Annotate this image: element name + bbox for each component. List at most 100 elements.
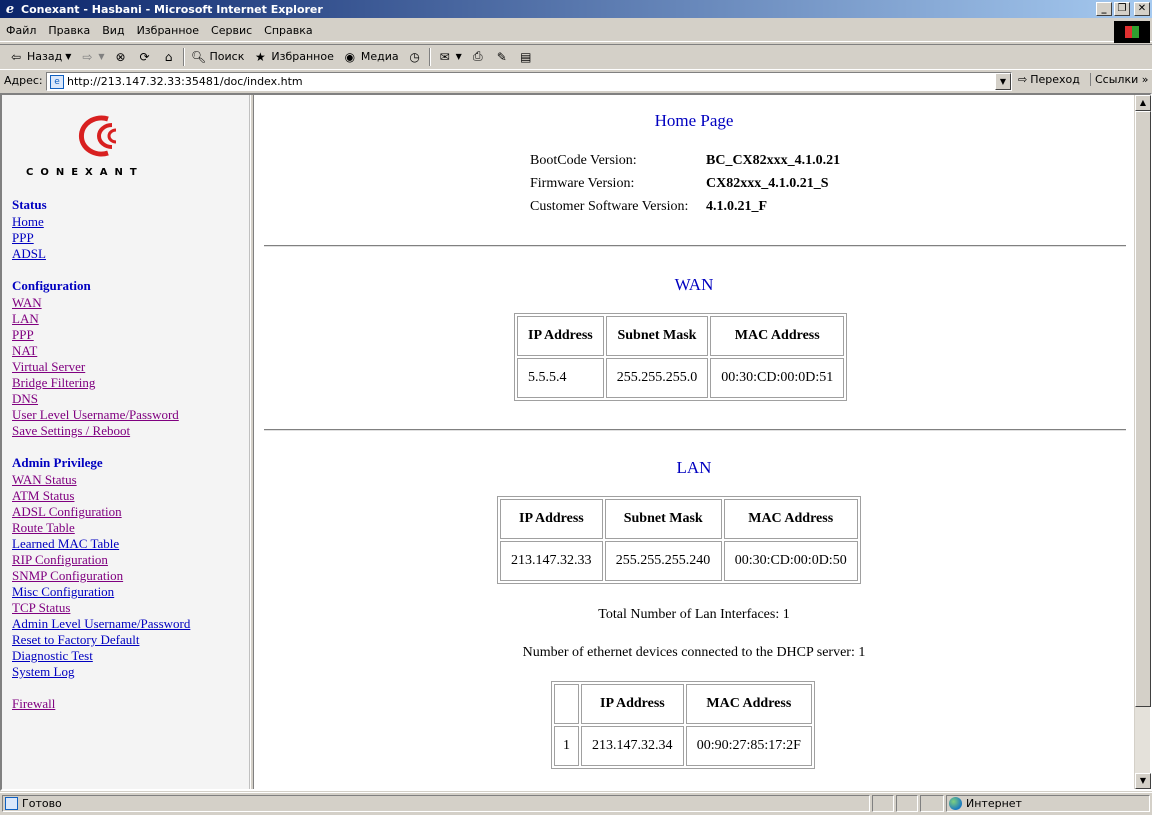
nav-link-misc-configuration[interactable]: Misc Configuration xyxy=(12,584,190,600)
column-header: Subnet Mask xyxy=(604,499,722,539)
nav-section-title: Status xyxy=(12,197,47,212)
stop-icon: ⊗ xyxy=(115,49,126,64)
back-button[interactable]: ⇦ Назад ▼ xyxy=(4,46,75,68)
print-button[interactable]: ⎙ xyxy=(466,46,490,68)
forward-arrow-icon: ⇨ xyxy=(82,49,93,64)
window-controls: _ ❐ ✕ xyxy=(1096,2,1150,16)
stop-button[interactable]: ⊗ xyxy=(109,46,133,68)
links-button[interactable]: Ссылки » xyxy=(1090,73,1148,86)
toolbar-separator xyxy=(428,47,431,66)
address-label: Адрес: xyxy=(4,74,43,87)
nav-link-dns[interactable]: DNS xyxy=(12,391,190,407)
status-bar: Готово Интернет xyxy=(0,792,1152,813)
menu-file[interactable]: Файл xyxy=(0,24,42,37)
vertical-scrollbar[interactable]: ▲ ▼ xyxy=(1134,95,1151,789)
nav-link-config-ppp[interactable]: PPP xyxy=(12,327,190,343)
nav-link-admin-password[interactable]: Admin Level Username/Password xyxy=(12,616,190,632)
address-url[interactable]: http://213.147.32.33:35481/doc/index.htm xyxy=(67,75,303,88)
nav-link-atm-status[interactable]: ATM Status xyxy=(12,488,190,504)
table-row: 1 213.147.32.34 00:90:27:85:17:2F xyxy=(554,726,812,766)
edit-button[interactable]: ✎ xyxy=(490,46,514,68)
history-icon: ◷ xyxy=(409,49,420,64)
nav-link-route-table[interactable]: Route Table xyxy=(12,520,190,536)
refresh-button[interactable]: ⟳ xyxy=(133,46,157,68)
nav-link-system-log[interactable]: System Log xyxy=(12,664,190,680)
menu-favorites[interactable]: Избранное xyxy=(131,24,205,37)
go-label: Переход xyxy=(1030,73,1080,86)
table-header-row: IP Address Subnet Mask MAC Address xyxy=(500,499,858,539)
discuss-icon: ▤ xyxy=(520,49,532,64)
nav-link-bridge-filtering[interactable]: Bridge Filtering xyxy=(12,375,190,391)
menu-help[interactable]: Справка xyxy=(258,24,318,37)
maximize-button[interactable]: ❐ xyxy=(1114,2,1130,16)
discuss-button[interactable]: ▤ xyxy=(514,46,538,68)
address-input[interactable]: e http://213.147.32.33:35481/doc/index.h… xyxy=(46,72,1012,91)
home-button[interactable]: ⌂ xyxy=(157,46,181,68)
page-icon: e xyxy=(50,74,64,89)
menu-bar: Файл Правка Вид Избранное Сервис Справка xyxy=(0,20,1152,42)
address-dropdown-icon[interactable]: ▼ xyxy=(995,73,1011,90)
links-label: Ссылки xyxy=(1095,73,1139,86)
divider-line xyxy=(264,245,1126,247)
forward-button[interactable]: ⇨ ▼ xyxy=(75,46,108,68)
forward-dropdown-icon[interactable]: ▼ xyxy=(98,52,104,61)
wan-table: IP Address Subnet Mask MAC Address 5.5.5… xyxy=(514,313,848,401)
scroll-down-icon[interactable]: ▼ xyxy=(1135,773,1151,789)
mail-button[interactable]: ✉ ▼ xyxy=(433,46,466,68)
nav-link-learned-mac-table[interactable]: Learned MAC Table xyxy=(12,536,190,552)
nav-link-home[interactable]: Home xyxy=(12,214,190,230)
wan-title: WAN xyxy=(674,275,714,294)
nav-link-diagnostic-test[interactable]: Diagnostic Test xyxy=(12,648,190,664)
scrollbar-thumb[interactable] xyxy=(1135,111,1151,707)
page-title: Home Page xyxy=(654,111,734,130)
menu-edit[interactable]: Правка xyxy=(42,24,96,37)
menu-view[interactable]: Вид xyxy=(96,24,130,37)
mail-dropdown-icon[interactable]: ▼ xyxy=(456,52,462,61)
nav-link-factory-reset[interactable]: Reset to Factory Default xyxy=(12,632,190,648)
search-icon: 🔍︎ xyxy=(190,49,207,64)
conexant-logo: CONEXANT xyxy=(26,111,216,181)
table-cell: 5.5.5.4 xyxy=(517,358,604,398)
back-dropdown-icon[interactable]: ▼ xyxy=(65,52,71,61)
nav-link-adsl[interactable]: ADSL xyxy=(12,246,190,262)
go-button[interactable]: ⇨ Переход xyxy=(1018,73,1080,86)
print-icon: ⎙ xyxy=(472,49,483,63)
menu-tools[interactable]: Сервис xyxy=(205,24,258,37)
nav-link-user-password[interactable]: User Level Username/Password xyxy=(12,407,190,423)
nav-link-adsl-configuration[interactable]: ADSL Configuration xyxy=(12,504,190,520)
close-button[interactable]: ✕ xyxy=(1134,2,1150,16)
brand-name: CONEXANT xyxy=(26,167,144,178)
nav-link-nat[interactable]: NAT xyxy=(12,343,190,359)
history-button[interactable]: ◷ xyxy=(403,46,427,68)
table-cell: 1 xyxy=(554,726,579,766)
lan-title: LAN xyxy=(676,458,712,477)
favorites-button[interactable]: ★ Избранное xyxy=(248,46,337,68)
minimize-button[interactable]: _ xyxy=(1096,2,1112,16)
nav-link-snmp-configuration[interactable]: SNMP Configuration xyxy=(12,568,190,584)
media-button[interactable]: ◉ Медиа xyxy=(338,46,403,68)
window-title: Conexant - Hasbani - Microsoft Internet … xyxy=(21,2,323,16)
nav-link-status-ppp[interactable]: PPP xyxy=(12,230,190,246)
table-cell: 213.147.32.34 xyxy=(581,726,684,766)
table-cell: 255.255.255.240 xyxy=(604,541,722,581)
table-cell: 00:30:CD:00:0D:51 xyxy=(710,358,845,398)
browser-content: CONEXANT Status Home PPP ADSL Configurat… xyxy=(0,93,1152,791)
nav-link-save-reboot[interactable]: Save Settings / Reboot xyxy=(12,423,190,439)
nav-link-tcp-status[interactable]: TCP Status xyxy=(12,600,190,616)
nav-link-wan[interactable]: WAN xyxy=(12,295,190,311)
security-zone: Интернет xyxy=(946,795,1150,812)
home-icon: ⌂ xyxy=(164,49,173,64)
table-cell: 213.147.32.33 xyxy=(500,541,603,581)
nav-section-title: Admin Privilege xyxy=(12,455,103,470)
refresh-icon: ⟳ xyxy=(139,49,150,64)
search-button[interactable]: 🔍︎ Поиск xyxy=(187,46,249,68)
scroll-up-icon[interactable]: ▲ xyxy=(1135,95,1151,111)
nav-link-lan[interactable]: LAN xyxy=(12,311,190,327)
nav-link-rip-configuration[interactable]: RIP Configuration xyxy=(12,552,190,568)
version-label: Customer Software Version: xyxy=(530,199,689,214)
nav-link-virtual-server[interactable]: Virtual Server xyxy=(12,359,190,375)
column-header: IP Address xyxy=(500,499,603,539)
nav-link-wan-status[interactable]: WAN Status xyxy=(12,472,190,488)
nav-link-firewall[interactable]: Firewall xyxy=(12,696,190,712)
navigation-frame: CONEXANT Status Home PPP ADSL Configurat… xyxy=(2,95,250,789)
